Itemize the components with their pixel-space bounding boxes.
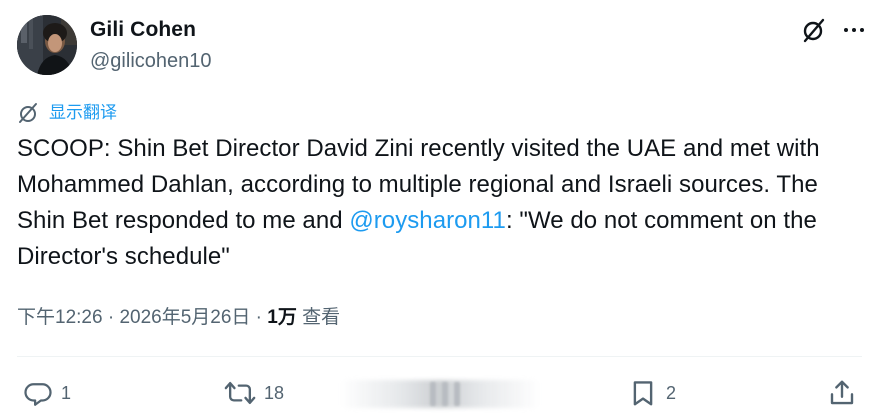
more-button[interactable]	[838, 14, 870, 46]
tweet-date[interactable]: 2026年5月26日	[119, 307, 250, 328]
obscured-like-bars	[430, 382, 460, 406]
tweet-text: SCOOP: Shin Bet Director David Zini rece…	[17, 131, 862, 275]
tweet-time[interactable]: 下午12:26	[17, 307, 103, 328]
views-count: 1万	[267, 307, 297, 328]
retweet-button[interactable]: 18	[224, 376, 284, 410]
display-name[interactable]: Gili Cohen	[90, 16, 212, 44]
reply-icon	[24, 383, 52, 406]
bookmark-icon	[633, 381, 653, 406]
meta-separator: ·	[102, 307, 120, 328]
avatar[interactable]	[17, 15, 77, 75]
meta-separator: ·	[250, 307, 268, 328]
mention-link[interactable]: @roysharon11	[349, 207, 506, 234]
tweet: Gili Cohen @gilicohen10 显示翻译 SCOOP: Shin…	[0, 0, 879, 420]
reply-count: 1	[61, 383, 72, 403]
show-translation-label: 显示翻译	[49, 103, 117, 122]
handle[interactable]: @gilicohen10	[90, 47, 212, 75]
bookmark-count: 2	[666, 383, 677, 403]
tweet-meta: 下午12:26 · 2026年5月26日 · 1万 查看	[17, 304, 340, 332]
author-info: Gili Cohen @gilicohen10	[90, 16, 212, 75]
grok-button[interactable]	[798, 14, 830, 46]
retweet-count: 18	[264, 383, 285, 403]
share-icon	[830, 380, 854, 405]
bookmark-button[interactable]: 2	[628, 376, 676, 410]
retweet-icon	[224, 381, 256, 405]
share-button[interactable]	[827, 376, 857, 410]
grok-icon	[803, 18, 825, 43]
divider	[17, 356, 862, 357]
translate-icon	[19, 103, 37, 123]
show-translation-button[interactable]: 显示翻译	[17, 101, 117, 125]
reply-button[interactable]: 1	[23, 376, 71, 410]
views-label: 查看	[296, 307, 341, 328]
more-icon	[844, 28, 864, 32]
